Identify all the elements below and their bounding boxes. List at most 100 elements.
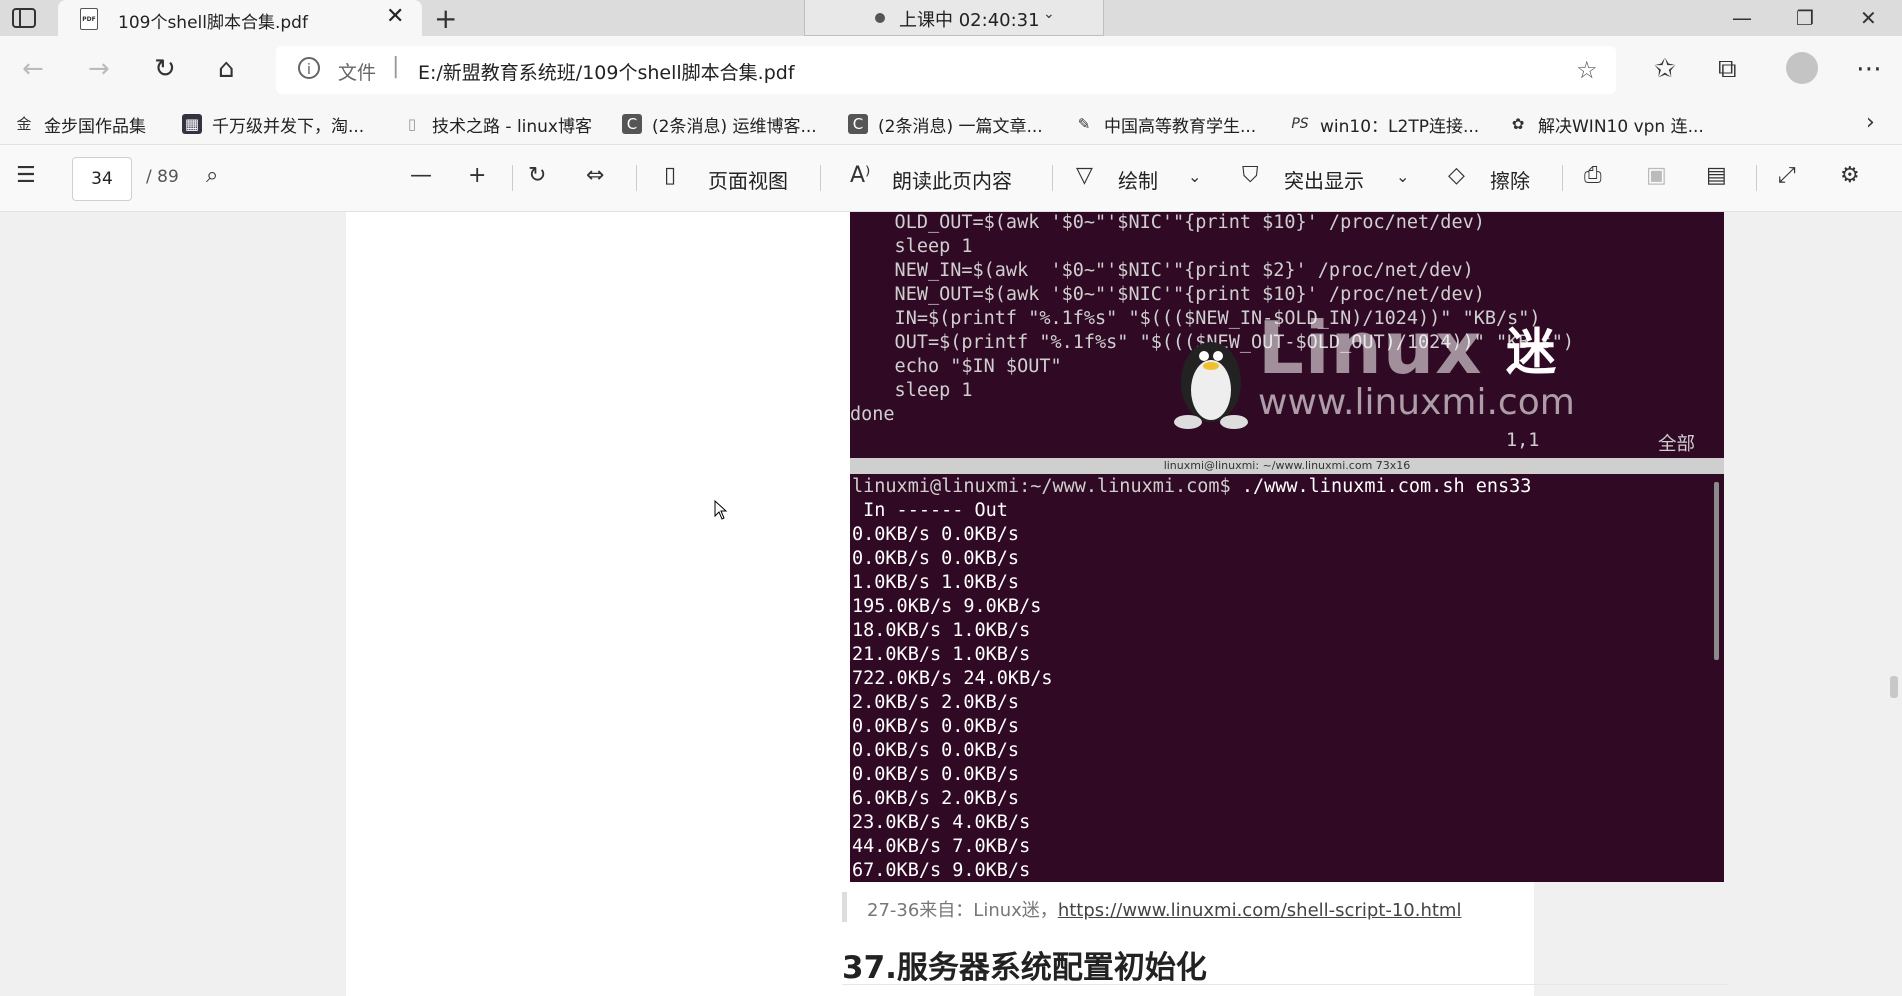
zoom-out-icon[interactable]: — xyxy=(410,163,432,188)
close-window-button[interactable]: ✕ xyxy=(1860,6,1877,30)
penguin-icon xyxy=(1174,342,1248,429)
csdn-icon: C xyxy=(622,114,642,134)
code-line: NEW_OUT=$(awk '$0~"'$NIC'"{print $10}' /… xyxy=(850,284,1485,305)
document-scrollbar[interactable] xyxy=(1890,676,1898,698)
zoom-in-icon[interactable]: + xyxy=(468,163,486,188)
bookmark-label: 千万级并发下，淘... xyxy=(212,116,365,137)
fit-page-icon[interactable]: ⇔ xyxy=(586,163,604,188)
watermark-mi: 迷 xyxy=(1506,323,1556,381)
contents-icon[interactable]: ☰ xyxy=(16,163,36,188)
bookmark-item[interactable]: PS win10：L2TP连接... xyxy=(1290,112,1480,137)
more-menu-icon[interactable]: ⋯ xyxy=(1856,54,1882,84)
bookmark-label: 技术之路 - linux博客 xyxy=(432,116,592,137)
code-line: done xyxy=(850,404,895,425)
vim-scroll-label: 全部 xyxy=(1658,434,1696,455)
tab-strip: PDF 109个shell脚本合集.pdf ✕ + 上课中 02:40:31 ⌄… xyxy=(0,0,1902,36)
page-view-icon[interactable]: ▯ xyxy=(664,163,676,188)
chevron-down-icon[interactable]: ⌄ xyxy=(1396,167,1409,186)
tab-actions-icon[interactable] xyxy=(12,8,36,28)
terminal-row: 23.0KB/s 4.0KB/s xyxy=(852,812,1031,833)
divider xyxy=(636,165,637,191)
bookmark-label: (2条消息) 运维博客... xyxy=(652,116,817,137)
search-icon[interactable]: ⌕ xyxy=(206,163,218,188)
mouse-cursor-icon xyxy=(714,500,728,520)
close-tab-icon[interactable]: ✕ xyxy=(386,4,404,29)
heading-rule xyxy=(842,984,1728,985)
recording-indicator[interactable]: 上课中 02:40:31 ⌄ xyxy=(804,0,1104,36)
rotate-icon[interactable]: ↻ xyxy=(528,163,546,188)
address-prefix: 文件 xyxy=(338,62,377,84)
section-heading: 37.服务器系统配置初始化 xyxy=(842,950,1207,986)
favorites-icon[interactable]: ✩ xyxy=(1654,54,1676,84)
bookmark-label: win10：L2TP连接... xyxy=(1320,116,1480,137)
bookmark-item[interactable]: ▦ 千万级并发下，淘... xyxy=(182,112,365,137)
collections-icon[interactable]: ⧉ xyxy=(1718,54,1737,85)
bookmark-page-icon: ▯ xyxy=(407,115,417,133)
pdf-toolbar: ☰ 34 / 89 ⌕ — + ↻ ⇔ ▯ 页面视图 A⁾ 朗读此页内容 ▽ 绘… xyxy=(0,145,1902,212)
save-as-icon[interactable]: ▤ xyxy=(1706,163,1727,188)
page-number-input[interactable]: 34 xyxy=(72,157,132,201)
back-button[interactable]: ← xyxy=(22,54,44,84)
add-favorite-icon[interactable]: ☆ xyxy=(1576,56,1598,84)
terminal-row: 44.0KB/s 7.0KB/s xyxy=(852,836,1031,857)
page-view-button[interactable]: 页面视图 xyxy=(708,165,788,194)
pdf-page: OLD_OUT=$(awk '$0~"'$NIC'"{print $10}' /… xyxy=(346,212,1728,996)
draw-icon[interactable]: ▽ xyxy=(1076,163,1093,188)
fullscreen-icon[interactable]: ⤢ xyxy=(1778,163,1796,188)
address-url[interactable]: E:/新盟教育系统班/109个shell脚本合集.pdf xyxy=(418,58,795,85)
browser-tab[interactable]: PDF 109个shell脚本合集.pdf ✕ xyxy=(58,0,422,36)
record-dot-icon xyxy=(875,13,885,23)
source-link[interactable]: https://www.linuxmi.com/shell-script-10.… xyxy=(1058,900,1462,921)
home-button[interactable]: ⌂ xyxy=(218,54,235,84)
terminal-prompt: linuxmi@linuxmi:~/www.linuxmi.com$ xyxy=(852,476,1231,497)
bookmark-item[interactable]: ▯ 技术之路 - linux博客 xyxy=(402,112,592,137)
chevron-right-icon[interactable]: › xyxy=(1866,110,1875,135)
recording-status: 上课中 02:40:31 xyxy=(899,10,1040,31)
terminal-row: 195.0KB/s 9.0KB/s xyxy=(852,596,1042,617)
bookmark-item[interactable]: ✎ 中国高等教育学生... xyxy=(1074,112,1257,137)
code-line: NEW_IN=$(awk '$0~"'$NIC'"{print $2}' /pr… xyxy=(850,260,1474,281)
new-tab-button[interactable]: + xyxy=(434,2,457,35)
erase-button[interactable]: 擦除 xyxy=(1490,165,1530,194)
address-separator: | xyxy=(392,54,400,79)
bookmark-site-icon: ▦ xyxy=(182,114,202,134)
highlight-button[interactable]: 突出显示 xyxy=(1284,165,1364,194)
forward-button[interactable]: → xyxy=(88,54,110,84)
document-viewport[interactable]: OLD_OUT=$(awk '$0~"'$NIC'"{print $10}' /… xyxy=(0,212,1902,996)
eraser-icon[interactable]: ◇ xyxy=(1448,163,1465,188)
code-line: OLD_OUT=$(awk '$0~"'$NIC'"{print $10}' /… xyxy=(850,212,1485,233)
address-bar[interactable]: i 文件 | E:/新盟教育系统班/109个shell脚本合集.pdf ☆ xyxy=(276,46,1616,94)
code-line: sleep 1 xyxy=(850,380,973,401)
highlighter-icon[interactable]: ⛉ xyxy=(1242,163,1259,188)
bookmark-item[interactable]: C (2条消息) 运维博客... xyxy=(622,112,817,137)
read-aloud-button[interactable]: 朗读此页内容 xyxy=(892,165,1012,194)
draw-button[interactable]: 绘制 xyxy=(1118,165,1158,194)
info-icon[interactable]: i xyxy=(298,57,320,79)
watermark-site: www.linuxmi.com xyxy=(1258,382,1575,423)
restore-button[interactable]: ❐ xyxy=(1796,6,1814,30)
bookmark-item[interactable]: 金 金步国作品集 xyxy=(14,112,146,137)
terminal-row: 0.0KB/s 0.0KB/s xyxy=(852,740,1020,761)
bookmark-item[interactable]: ✿ 解决WIN10 vpn 连... xyxy=(1508,112,1704,137)
terminal-row: 18.0KB/s 1.0KB/s xyxy=(852,620,1031,641)
save-icon[interactable]: ▣ xyxy=(1646,163,1667,188)
profile-avatar[interactable] xyxy=(1786,52,1818,84)
tab-title: 109个shell脚本合集.pdf xyxy=(118,13,308,33)
refresh-button[interactable]: ↻ xyxy=(154,54,176,84)
bookmark-item[interactable]: C (2条消息) 一篇文章... xyxy=(848,112,1043,137)
settings-icon[interactable]: ⚙ xyxy=(1840,163,1860,188)
bookmark-label: 中国高等教育学生... xyxy=(1104,116,1257,137)
chevron-down-icon[interactable]: ⌄ xyxy=(1043,6,1055,22)
print-icon[interactable]: ⎙ xyxy=(1584,163,1602,188)
terminal-row: 722.0KB/s 24.0KB/s xyxy=(852,668,1053,689)
terminal-row: 67.0KB/s 9.0KB/s xyxy=(852,860,1031,881)
divider xyxy=(512,165,513,191)
feather-icon: ✎ xyxy=(1077,115,1091,133)
linuxmi-watermark: Linux 迷 www.linuxmi.com xyxy=(1166,306,1586,452)
divider xyxy=(1562,165,1563,191)
chevron-down-icon[interactable]: ⌄ xyxy=(1188,167,1201,186)
read-aloud-icon[interactable]: A⁾ xyxy=(850,163,870,188)
bookmark-label: (2条消息) 一篇文章... xyxy=(878,116,1043,137)
minimize-button[interactable]: — xyxy=(1732,6,1752,30)
terminal-command-line: linuxmi@linuxmi:~/www.linuxmi.com$ ./www… xyxy=(852,476,1531,497)
